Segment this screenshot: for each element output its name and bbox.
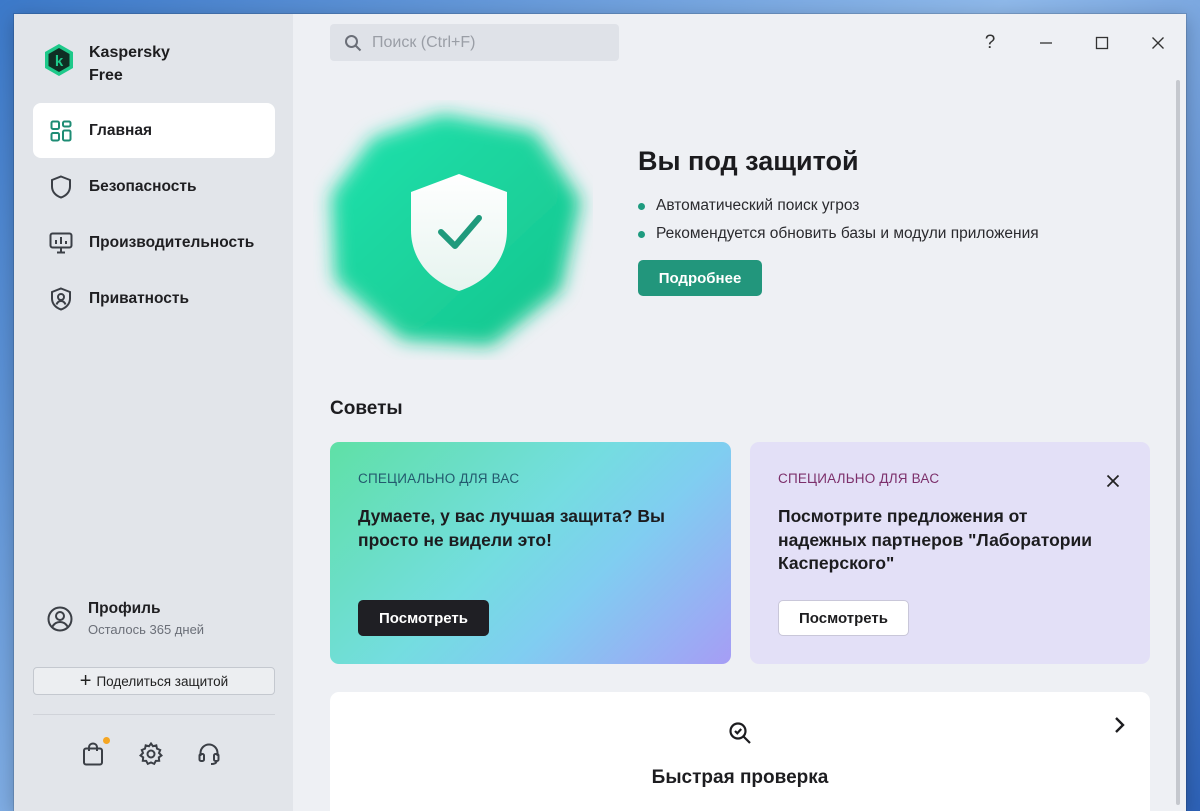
details-button[interactable]: Подробнее bbox=[638, 260, 762, 296]
tip-card-view-button[interactable]: Посмотреть bbox=[778, 600, 909, 636]
sidebar-item-performance[interactable]: Производительность bbox=[33, 215, 275, 270]
app-name: Kaspersky Free bbox=[89, 41, 170, 87]
user-avatar-icon bbox=[47, 606, 73, 631]
close-window-button[interactable] bbox=[1130, 30, 1186, 56]
share-protection-button[interactable]: + Поделиться защитой bbox=[33, 667, 275, 695]
minimize-icon bbox=[1040, 42, 1052, 44]
quick-scan-card[interactable]: Быстрая проверка bbox=[330, 692, 1150, 811]
protection-status-shield-icon bbox=[331, 114, 581, 346]
sidebar-item-privacy[interactable]: Приватность bbox=[33, 271, 275, 326]
maximize-icon bbox=[1095, 36, 1109, 50]
protection-status-list: Автоматический поиск угроз Рекомендуется… bbox=[638, 192, 1039, 248]
app-window: k Kaspersky Free Главная Безопасность Пр… bbox=[14, 14, 1186, 811]
sidebar-item-label: Производительность bbox=[89, 233, 255, 251]
status-bullet-text: Автоматический поиск угроз bbox=[656, 197, 860, 214]
scrollbar[interactable] bbox=[1176, 80, 1180, 805]
plus-icon: + bbox=[79, 670, 92, 692]
tip-card: СПЕЦИАЛЬНО ДЛЯ ВАС Думаете, у вас лучшая… bbox=[330, 442, 731, 664]
search-box[interactable] bbox=[330, 24, 619, 61]
tips-section-title: Советы bbox=[330, 398, 403, 419]
brand: k Kaspersky Free bbox=[42, 41, 170, 87]
status-bullet-text: Рекомендуется обновить базы и модули при… bbox=[656, 225, 1039, 242]
window-controls: ? bbox=[962, 30, 1186, 56]
app-name-line2: Free bbox=[89, 67, 123, 84]
tip-card-kicker: СПЕЦИАЛЬНО ДЛЯ ВАС bbox=[358, 471, 520, 486]
sidebar-item-label: Приватность bbox=[89, 289, 190, 307]
shield-icon bbox=[49, 174, 73, 199]
bullet-dot bbox=[638, 202, 645, 210]
sidebar-item-label: Главная bbox=[89, 121, 153, 139]
headset-icon[interactable] bbox=[196, 741, 222, 767]
profile-text: Профиль Осталось 365 дней bbox=[88, 600, 204, 637]
quick-scan-label: Быстрая проверка bbox=[651, 767, 829, 788]
close-icon[interactable] bbox=[1106, 474, 1120, 493]
close-icon bbox=[1152, 37, 1164, 49]
sidebar-nav: Главная Безопасность Производительность … bbox=[33, 103, 275, 327]
main-content: ? bbox=[293, 14, 1186, 811]
bullet-dot bbox=[638, 230, 645, 238]
sidebar-divider bbox=[33, 714, 275, 715]
gear-icon[interactable] bbox=[138, 741, 164, 767]
search-icon bbox=[345, 34, 362, 51]
chevron-right-icon bbox=[1115, 717, 1125, 733]
tip-card-view-button[interactable]: Посмотреть bbox=[358, 600, 489, 636]
tip-card-kicker: СПЕЦИАЛЬНО ДЛЯ ВАС bbox=[778, 471, 940, 486]
tip-card-text: Посмотрите предложения от надежных партн… bbox=[778, 506, 1092, 573]
share-protection-label: Поделиться защитой bbox=[96, 673, 229, 689]
sidebar-bottom-icons bbox=[80, 737, 254, 767]
app-name-line1: Kaspersky bbox=[89, 44, 170, 61]
help-button[interactable]: ? bbox=[962, 30, 1018, 56]
svg-text:k: k bbox=[55, 53, 64, 70]
privacy-shield-icon bbox=[49, 286, 73, 311]
protection-status-title: Вы под защитой bbox=[638, 146, 859, 176]
scan-search-icon bbox=[729, 722, 751, 744]
notification-dot bbox=[103, 737, 110, 744]
profile-subtitle: Осталось 365 дней bbox=[88, 622, 205, 637]
sidebar-item-security[interactable]: Безопасность bbox=[33, 159, 275, 214]
status-bullet: Автоматический поиск угроз bbox=[638, 192, 1039, 220]
monitor-gauge-icon bbox=[49, 231, 73, 255]
sidebar: k Kaspersky Free Главная Безопасность Пр… bbox=[14, 14, 293, 811]
dashboard-icon bbox=[49, 119, 73, 143]
search-input[interactable] bbox=[370, 32, 604, 53]
sidebar-item-label: Безопасность bbox=[89, 177, 197, 195]
status-bullet: Рекомендуется обновить базы и модули при… bbox=[638, 220, 1039, 248]
store-bag-icon[interactable] bbox=[80, 737, 110, 767]
profile[interactable]: Профиль Осталось 365 дней bbox=[47, 600, 204, 637]
kaspersky-logo-icon: k bbox=[45, 44, 73, 76]
sidebar-item-home[interactable]: Главная bbox=[33, 103, 275, 158]
tip-card-text: Думаете, у вас лучшая защита? Вы просто … bbox=[358, 506, 665, 550]
minimize-button[interactable] bbox=[1018, 30, 1074, 56]
tip-card: СПЕЦИАЛЬНО ДЛЯ ВАС Посмотрите предложени… bbox=[750, 442, 1150, 664]
profile-name: Профиль bbox=[88, 600, 161, 617]
maximize-button[interactable] bbox=[1074, 30, 1130, 56]
